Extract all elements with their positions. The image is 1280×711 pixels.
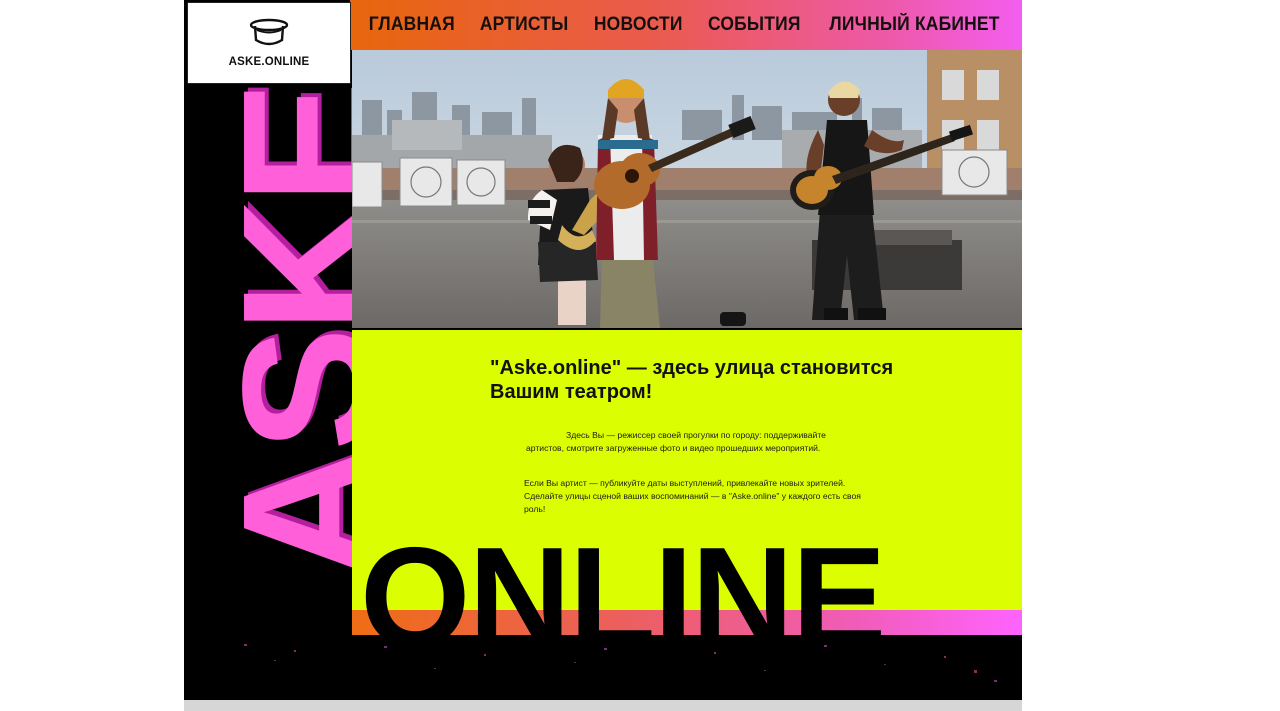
nav-item-account[interactable]: ЛИЧНЫЙ КАБИНЕТ: [830, 14, 1000, 36]
intro-paragraph-2: Если Вы артист — публикуйте даты выступл…: [524, 478, 861, 514]
footer-bar: [184, 700, 1022, 711]
intro-headline: "Aske.online" — здесь улица становится В…: [490, 356, 920, 404]
hat-icon: [249, 18, 289, 46]
nav-item-artists[interactable]: АРТИСТЫ: [480, 14, 569, 36]
nav-item-news[interactable]: НОВОСТИ: [594, 14, 683, 36]
site-logo[interactable]: ASKE.ONLINE: [187, 2, 351, 84]
headline-line1: "Aske.online" — здесь улица становится: [490, 357, 894, 379]
site-container: ASKE "Aske.online" — здесь улица станови…: [184, 0, 1022, 711]
nav-item-events[interactable]: СОБЫТИЯ: [708, 14, 801, 36]
logo-text: ASKE.ONLINE: [228, 56, 310, 68]
intro-paragraph-1: Здесь Вы — режиссер своей прогулки по го…: [526, 430, 826, 453]
hero-image: [352, 50, 1022, 328]
top-navigation: ГЛАВНАЯ АРТИСТЫ НОВОСТИ СОБЫТИЯ ЛИЧНЫЙ К…: [350, 0, 1022, 50]
grunge-strip: [184, 640, 1022, 702]
headline-line2: Вашим театром!: [490, 381, 653, 403]
nav-item-home[interactable]: ГЛАВНАЯ: [369, 14, 455, 36]
